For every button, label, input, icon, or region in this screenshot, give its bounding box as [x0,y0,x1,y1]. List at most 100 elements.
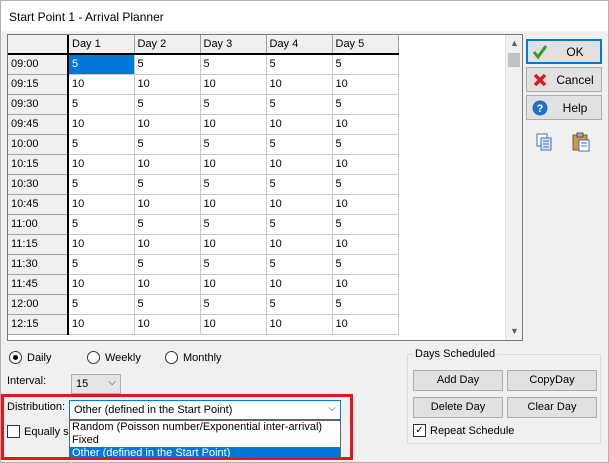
grid-cell[interactable]: 10 [332,234,399,255]
row-header[interactable]: 11:45 [8,274,69,295]
grid-cell[interactable]: 5 [332,94,399,115]
grid-cell[interactable]: 5 [266,94,333,115]
grid-cell[interactable]: 5 [134,134,201,155]
grid-cell[interactable]: 10 [68,74,135,95]
grid-cell[interactable]: 5 [332,254,399,275]
help-button[interactable]: ? Help [526,95,602,120]
grid-cell[interactable]: 5 [68,254,135,275]
grid-cell[interactable]: 10 [266,114,333,135]
row-header[interactable]: 10:30 [8,174,69,195]
column-header[interactable]: Day 4 [266,35,333,55]
grid-cell[interactable]: 10 [266,274,333,295]
arrival-grid[interactable]: Day 1 Day 2 Day 3 Day 4 Day 5 09:00 5 5 5 5 5… [7,34,523,341]
grid-cell[interactable]: 5 [266,214,333,235]
grid-cell[interactable]: 10 [332,114,399,135]
grid-cell[interactable]: 5 [134,54,201,75]
grid-cell[interactable]: 10 [332,274,399,295]
row-header[interactable]: 11:00 [8,214,69,235]
copy-day-button[interactable]: CopyDay [507,370,597,391]
grid-cell[interactable]: 10 [134,314,201,335]
grid-cell[interactable]: 10 [134,274,201,295]
grid-cell[interactable]: 10 [134,194,201,215]
grid-cell[interactable]: 5 [200,214,267,235]
row-header[interactable]: 09:00 [8,54,69,75]
scroll-up-icon[interactable]: ▲ [506,35,522,52]
row-header[interactable]: 12:00 [8,294,69,315]
grid-cell[interactable]: 5 [200,174,267,195]
row-header[interactable]: 10:00 [8,134,69,155]
scroll-thumb[interactable] [508,53,520,67]
grid-cell[interactable]: 5 [134,214,201,235]
grid-cell[interactable]: 10 [200,154,267,175]
grid-cell[interactable]: 10 [68,274,135,295]
row-header[interactable]: 11:30 [8,254,69,275]
add-day-button[interactable]: Add Day [413,370,503,391]
grid-cell[interactable]: 5 [68,294,135,315]
daily-radio[interactable]: Daily [9,351,51,364]
grid-cell[interactable]: 5 [266,174,333,195]
column-header[interactable]: Day 3 [200,35,267,55]
copy-icon[interactable] [533,131,555,153]
grid-cell[interactable]: 5 [332,54,399,75]
grid-cell[interactable]: 10 [200,234,267,255]
grid-cell[interactable]: 5 [266,254,333,275]
grid-cell[interactable]: 10 [266,194,333,215]
paste-icon[interactable] [570,131,592,153]
grid-cell[interactable]: 5 [266,294,333,315]
vertical-scrollbar[interactable]: ▲ ▼ [505,35,522,340]
column-header[interactable]: Day 2 [134,35,201,55]
weekly-radio[interactable]: Weekly [87,351,141,364]
grid-cell[interactable]: 10 [134,234,201,255]
row-header[interactable]: 10:15 [8,154,69,175]
monthly-radio[interactable]: Monthly [165,351,222,364]
scroll-down-icon[interactable]: ▼ [506,323,522,340]
delete-day-button[interactable]: Delete Day [413,397,503,418]
grid-cell[interactable]: 10 [200,74,267,95]
column-header[interactable]: Day 1 [68,35,135,55]
grid-cell[interactable]: 5 [68,54,135,75]
grid-cell[interactable]: 10 [266,154,333,175]
grid-cell[interactable]: 5 [68,214,135,235]
grid-cell[interactable]: 10 [200,194,267,215]
grid-cell[interactable]: 5 [332,294,399,315]
grid-cell[interactable]: 10 [68,194,135,215]
grid-cell[interactable]: 10 [332,74,399,95]
grid-cell[interactable]: 5 [200,94,267,115]
grid-cell[interactable]: 5 [68,94,135,115]
grid-cell[interactable]: 5 [200,294,267,315]
cancel-button[interactable]: Cancel [526,67,602,92]
grid-cell[interactable]: 10 [266,74,333,95]
row-header[interactable]: 09:30 [8,94,69,115]
grid-cell[interactable]: 5 [134,294,201,315]
grid-cell[interactable]: 5 [332,134,399,155]
grid-cell[interactable]: 10 [332,314,399,335]
clear-day-button[interactable]: Clear Day [507,397,597,418]
grid-cell[interactable]: 5 [332,174,399,195]
grid-cell[interactable]: 5 [266,134,333,155]
column-header[interactable]: Day 5 [332,35,399,55]
grid-cell[interactable]: 10 [200,314,267,335]
row-header[interactable]: 12:15 [8,314,69,335]
grid-cell[interactable]: 5 [200,134,267,155]
grid-cell[interactable]: 5 [200,54,267,75]
grid-cell[interactable]: 5 [134,254,201,275]
row-header[interactable]: 11:15 [8,234,69,255]
grid-cell[interactable]: 10 [332,194,399,215]
grid-cell[interactable]: 5 [134,174,201,195]
ok-button[interactable]: OK [526,39,602,64]
grid-cell[interactable]: 5 [266,54,333,75]
grid-cell[interactable]: 5 [332,214,399,235]
grid-cell[interactable]: 5 [68,134,135,155]
grid-cell[interactable]: 5 [68,174,135,195]
grid-cell[interactable]: 10 [266,314,333,335]
row-header[interactable]: 10:45 [8,194,69,215]
grid-cell[interactable]: 10 [134,154,201,175]
grid-cell[interactable]: 10 [266,234,333,255]
grid-cell[interactable]: 5 [200,254,267,275]
grid-cell[interactable]: 10 [332,154,399,175]
grid-cell[interactable]: 10 [68,314,135,335]
grid-cell[interactable]: 5 [134,94,201,115]
grid-cell[interactable]: 10 [68,154,135,175]
grid-cell[interactable]: 10 [134,114,201,135]
grid-cell[interactable]: 10 [200,274,267,295]
